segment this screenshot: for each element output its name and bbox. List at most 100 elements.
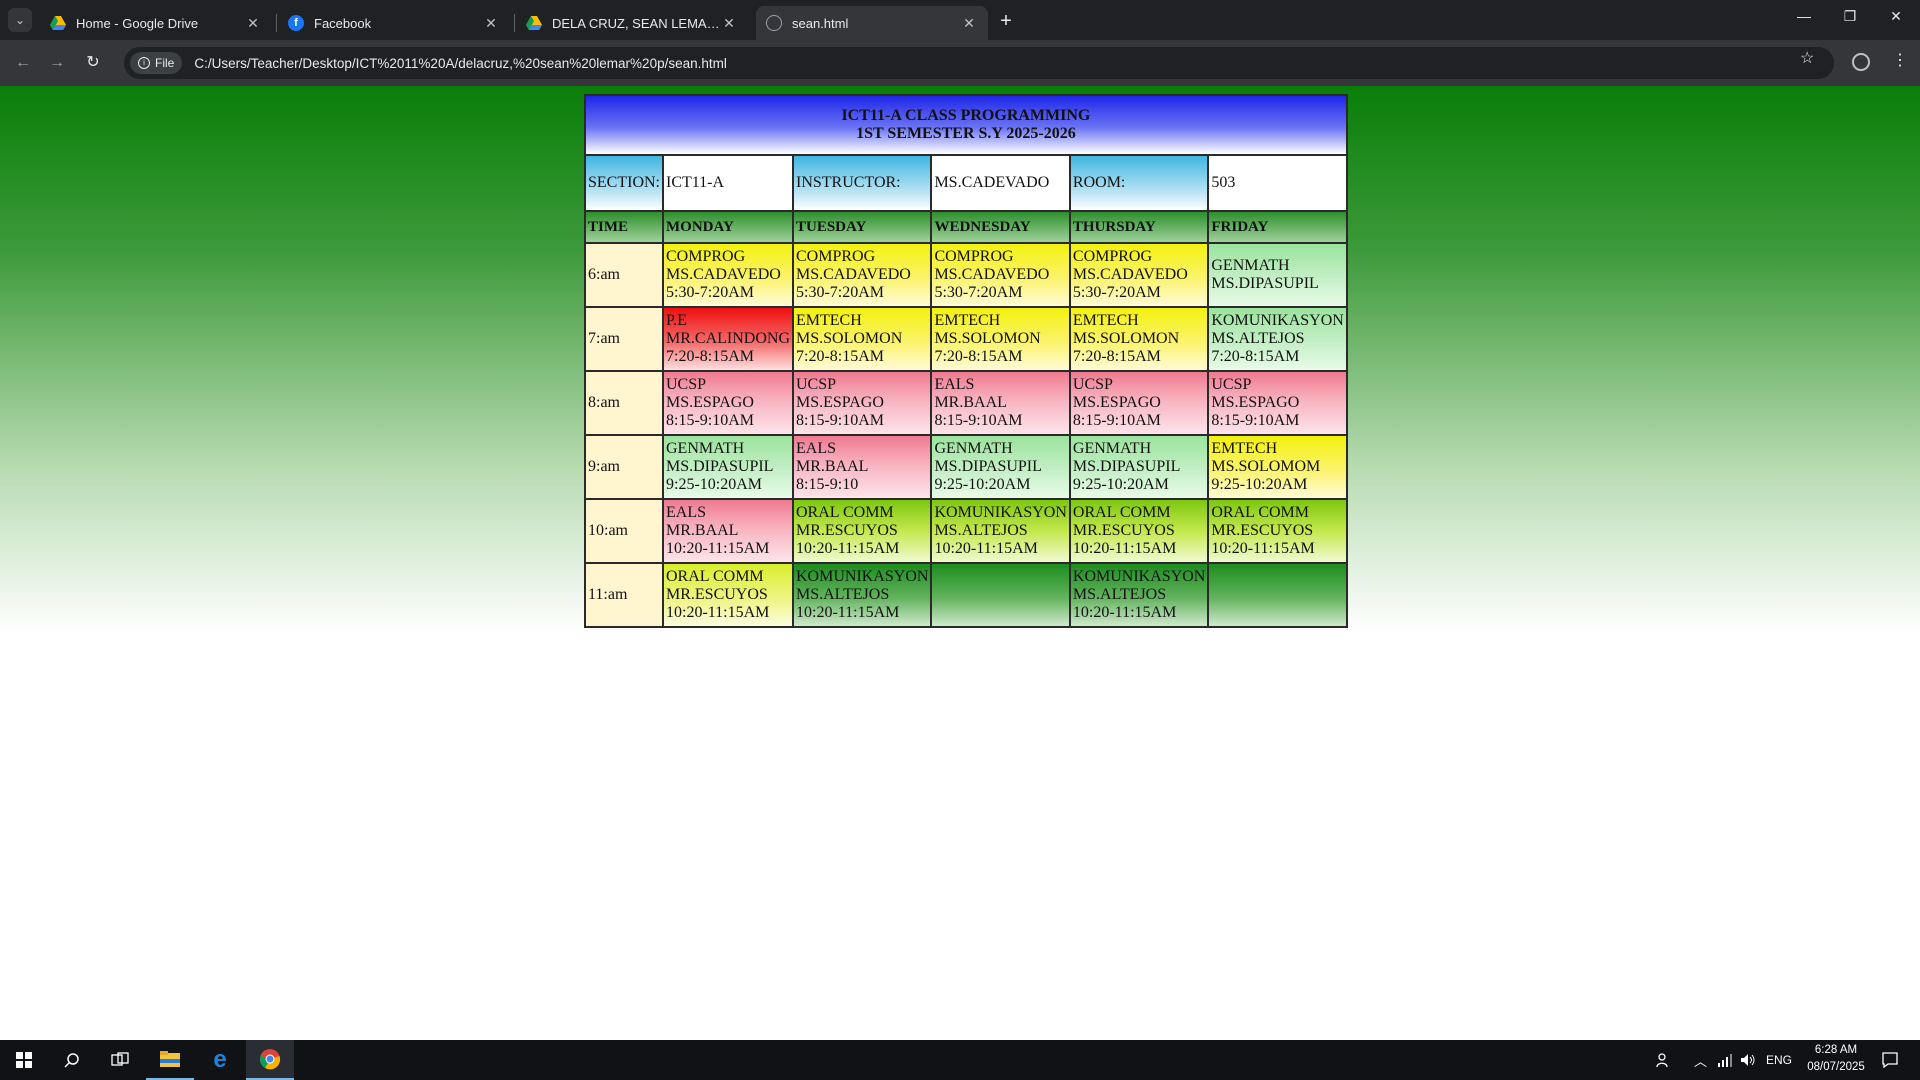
subject: ORAL COMM [666,568,764,585]
header-tuesday: TUESDAY [791,210,933,244]
teacher: MR.CALINDONG [666,330,790,347]
teacher: MR.BAAL [934,394,1007,411]
subject: GENMATH [1072,440,1152,457]
time-range: 5:30-7:20AM [1072,284,1161,301]
time-range: 8:15-9:10 [796,476,859,493]
subject: UCSP [1211,376,1252,393]
teacher: MR.BAAL [796,458,869,475]
subject: ORAL COMM [1211,504,1309,521]
subject: COMPROG [934,248,1014,265]
class-cell: GENMATH MS.DIPASUPIL [1207,242,1348,308]
time-range: 10:20-11:15AM [666,540,770,557]
time-range: 10:20-11:15AM [796,604,900,621]
menu-kebab-icon[interactable]: ⋮ [1892,50,1908,70]
tab-facebook[interactable]: f Facebook ✕ [278,6,510,40]
system-clock[interactable]: 6:28 AM 08/07/2025 [1796,1042,1876,1076]
time-range: 10:20-11:15AM [934,540,1038,557]
teacher: MS.CADAVEDO [666,266,781,283]
forward-arrow-icon[interactable]: → [46,52,68,74]
url-text[interactable]: C:/Users/Teacher/Desktop/ICT%2011%20A/de… [194,56,727,71]
subject: EALS [666,504,706,521]
time-range: 5:30-7:20AM [934,284,1023,301]
file-explorer-icon[interactable] [146,1040,194,1080]
instructor-value: MS.CADEVADO [930,154,1071,212]
class-cell: EMTECH MS.SOLOMON 7:20-8:15AM [930,306,1071,372]
edge-icon[interactable]: e [196,1040,244,1080]
volume-icon[interactable] [1740,1040,1756,1080]
windows-taskbar: e ︿ ENG 6:28 AM 08/07/2025 [0,1040,1920,1080]
empty-class-cell [1207,562,1348,628]
class-cell: P.E MR.CALINDONG 7:20-8:15AM [662,306,794,372]
room-value: 503 [1207,154,1348,212]
teacher: MS.SOLOMON [934,330,1041,347]
chrome-icon[interactable] [246,1040,294,1080]
class-cell: KOMUNIKASYON MS.ALTEJOS 10:20-11:15AM [791,562,933,628]
tab-title: sean.html [792,15,849,31]
schedule-title: ICT11-A CLASS PROGRAMMING 1ST SEMESTER S… [584,94,1348,156]
class-cell: COMPROG MS.CADAVEDO 5:30-7:20AM [662,242,794,308]
close-tab-icon[interactable]: ✕ [244,15,262,32]
title-line-2: 1ST SEMESTER S.Y 2025-2026 [856,125,1076,142]
restore-icon[interactable]: ❐ [1836,8,1864,25]
teacher: MR.ESCUYOS [796,522,898,539]
task-view-icon[interactable] [96,1040,144,1080]
subject: GENMATH [1211,257,1290,274]
tab-dela-cruz[interactable]: DELA CRUZ, SEAN LEMAR P. - G ✕ [516,6,748,40]
close-tab-icon[interactable]: ✕ [482,15,500,32]
teacher: MS.DIPASUPIL [1072,458,1181,475]
network-icon[interactable] [1718,1040,1732,1080]
header-time: TIME [584,210,664,244]
class-cell: UCSP MS.ESPAGO 8:15-9:10AM [1207,370,1348,436]
tab-sean-html[interactable]: sean.html ✕ [756,6,988,40]
class-cell: EMTECH MS.SOLOMOM 9:25-10:20AM [1207,434,1348,500]
clock-date: 08/07/2025 [1807,1061,1865,1073]
page-viewport: ICT11-A CLASS PROGRAMMING 1ST SEMESTER S… [0,86,1920,1040]
class-cell: ORAL COMM MR.ESCUYOS 10:20-11:15AM [662,562,794,628]
time-range: 8:15-9:10AM [666,412,754,429]
schedule-row-9am: 9:am GENMATH MS.DIPASUPIL 9:25-10:20AM EAL… [584,434,1348,500]
back-arrow-icon[interactable]: ← [12,52,34,74]
class-cell: KOMUNIKASYON MS.ALTEJOS 10:20-11:15AM [930,498,1071,564]
time-range: 9:25-10:20AM [1072,476,1169,493]
time-cell: 11:am [584,562,664,628]
class-cell: EMTECH MS.SOLOMON 7:20-8:15AM [791,306,933,372]
teacher: MS.DIPASUPIL [1211,275,1319,292]
day-header-row: TIME MONDAY TUESDAY WEDNESDAY THURSDAY F… [584,210,1348,244]
profile-icon[interactable] [1852,53,1870,71]
new-tab-button[interactable]: + [994,10,1018,34]
time-range: 5:30-7:20AM [796,284,884,301]
tab-title: Facebook [314,15,372,31]
site-info-chip[interactable]: i File [130,52,183,74]
bookmark-star-icon[interactable]: ☆ [1800,48,1814,68]
reload-icon[interactable]: ↻ [82,52,104,74]
tray-chevron-icon[interactable]: ︿ [1694,1040,1707,1080]
teacher: MS.ALTEJOS [796,586,890,603]
teacher: MS.ALTEJOS [934,522,1028,539]
search-icon[interactable] [48,1040,96,1080]
close-tab-icon[interactable]: ✕ [720,15,738,32]
google-drive-icon [526,15,542,31]
minimize-icon[interactable]: — [1790,8,1818,24]
teacher: MR.ESCUYOS [1211,522,1314,539]
teacher: MS.CADAVEDO [796,266,911,283]
language-indicator[interactable]: ENG [1766,1040,1792,1080]
address-bar[interactable]: i File C:/Users/Teacher/Desktop/ICT%2011… [124,47,1834,79]
schedule-row-7am: 7:am P.E MR.CALINDONG 7:20-8:15AM EMTECH MS… [584,306,1348,372]
tab-search-button[interactable]: ⌄ [8,8,32,32]
time-range: 7:20-8:15AM [666,348,754,365]
windows-start-icon[interactable] [0,1040,48,1080]
notification-icon[interactable] [1882,1040,1898,1080]
time-range: 10:20-11:15AM [1211,540,1315,557]
class-cell: ORAL COMM MR.ESCUYOS 10:20-11:15AM [1068,498,1210,564]
info-icon: i [138,57,150,69]
people-icon[interactable] [1656,1040,1672,1080]
class-cell: EALS MR.BAAL 8:15-9:10 [791,434,933,500]
tab-divider [514,14,515,32]
close-tab-icon[interactable]: ✕ [960,15,978,32]
tab-google-drive[interactable]: Home - Google Drive ✕ [40,6,272,40]
header-thursday: THURSDAY [1068,210,1210,244]
class-cell: COMPROG MS.CADAVEDO 5:30-7:20AM [1068,242,1210,308]
subject: ORAL COMM [1072,504,1171,521]
close-window-icon[interactable]: ✕ [1882,8,1910,25]
teacher: MS.ESPAGO [1072,394,1161,411]
